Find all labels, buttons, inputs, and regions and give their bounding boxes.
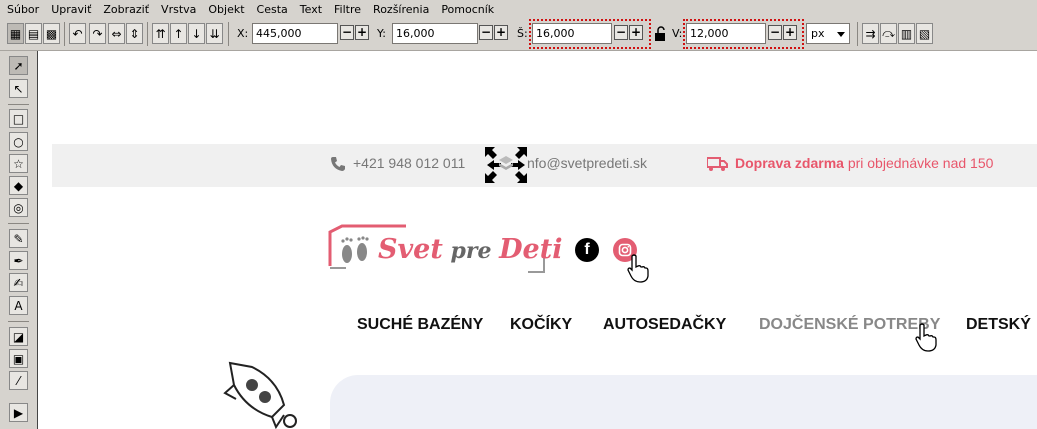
flip-horizontal-icon[interactable]: ⇔	[108, 23, 125, 44]
logo-word-3: Deti	[499, 234, 563, 265]
canvas-edge	[37, 51, 38, 429]
rotate-cw-icon[interactable]: ↷	[89, 23, 106, 44]
site-phone[interactable]: +421 948 012 011	[353, 155, 465, 171]
star-tool-icon[interactable]: ☆	[9, 154, 28, 173]
x-decrement-button[interactable]: −	[340, 25, 354, 40]
logo-word-1: Svet	[378, 234, 443, 265]
lower-icon[interactable]: ↓	[188, 23, 205, 44]
y-increment-button[interactable]: +	[494, 25, 508, 40]
site-email[interactable]: nfo@svetpredeti.sk	[527, 155, 647, 171]
separator	[64, 22, 65, 46]
menu-view[interactable]: Zobraziť	[97, 3, 155, 16]
facebook-icon[interactable]: f	[575, 238, 599, 262]
y-decrement-button[interactable]: −	[479, 25, 493, 40]
shipping-bold: Doprava zdarma	[735, 155, 844, 171]
spiral-tool-icon[interactable]: ◎	[9, 198, 28, 217]
mesh-tool-icon[interactable]: ▣	[9, 349, 28, 368]
nav-item-dry-pools[interactable]: SUCHÉ BAZÉNY	[357, 316, 483, 334]
chevron-down-icon	[837, 32, 845, 37]
lower-to-bottom-icon[interactable]: ⇊	[206, 23, 223, 44]
transform-patterns-icon[interactable]: ▧	[916, 23, 933, 44]
deselect-icon[interactable]: ▩	[43, 23, 60, 44]
3d-box-tool-icon[interactable]: ◆	[9, 176, 28, 195]
selector-tool-icon[interactable]: ➚	[9, 56, 28, 75]
dropper-tool-icon[interactable]: ⁄	[9, 371, 28, 390]
x-field[interactable]: 445,000	[252, 23, 338, 44]
height-increment-button[interactable]: +	[783, 25, 797, 40]
lock-icon[interactable]	[653, 23, 669, 44]
raise-to-top-icon[interactable]: ⇈	[152, 23, 169, 44]
rocket-illustration	[223, 361, 297, 429]
width-increment-button[interactable]: +	[629, 25, 643, 40]
menu-filters[interactable]: Filtre	[328, 3, 367, 16]
nav-item-strollers[interactable]: KOČÍKY	[510, 316, 572, 334]
hand-cursor-icon	[627, 254, 649, 283]
flip-vertical-icon[interactable]: ⇕	[126, 23, 143, 44]
node-tool-icon[interactable]: ↖	[9, 79, 28, 98]
site-logo[interactable]: Svet pre Deti	[378, 234, 562, 265]
height-decrement-button[interactable]: −	[768, 25, 782, 40]
menu-edit[interactable]: Upraviť	[45, 3, 97, 16]
y-label: Y:	[377, 27, 386, 40]
width-decrement-button[interactable]: −	[614, 25, 628, 40]
pen-tool-icon[interactable]: ✒	[9, 251, 28, 270]
delivery-truck-icon	[707, 157, 728, 171]
separator	[8, 104, 29, 105]
hero-banner	[330, 375, 1037, 429]
menu-layer[interactable]: Vrstva	[155, 3, 202, 16]
nav-item-car-seats[interactable]: AUTOSEDAČKY	[603, 316, 726, 334]
calligraphy-tool-icon[interactable]: ✍	[9, 273, 28, 292]
raise-icon[interactable]: ↑	[170, 23, 187, 44]
rectangle-tool-icon[interactable]: □	[9, 109, 28, 128]
y-field[interactable]: 16,000	[392, 23, 478, 44]
menu-file[interactable]: Súbor	[0, 3, 45, 16]
width-label: Š:	[517, 27, 528, 40]
select-all-layers-icon[interactable]: ▤	[25, 23, 42, 44]
scale-corners-icon[interactable]: ⤼	[880, 23, 897, 44]
unit-select[interactable]: px	[806, 23, 850, 44]
menu-object[interactable]: Objekt	[202, 3, 250, 16]
menu-help[interactable]: Pomocník	[435, 3, 500, 16]
hand-cursor-icon	[915, 323, 937, 352]
width-field[interactable]: 16,000	[532, 23, 612, 44]
move-handles-icon[interactable]	[485, 147, 527, 183]
unit-value: px	[811, 27, 825, 40]
menu-path[interactable]: Cesta	[251, 3, 294, 16]
height-field[interactable]: 12,000	[686, 23, 766, 44]
shipping-banner: Doprava zdarma pri objednávke nad 150	[735, 155, 993, 171]
drawing-canvas[interactable]: +421 948 012 011 nfo@svetpredeti.sk Dopr…	[37, 51, 1037, 429]
tool-controls-bar: ▦ ▤ ▩ ↶ ↷ ⇔ ⇕ ⇈ ↑ ↓ ⇊ X: 445,000 − + Y: …	[0, 18, 1037, 51]
nav-item-kids[interactable]: DETSKÝ	[966, 316, 1031, 334]
separator	[8, 223, 29, 224]
separator	[857, 22, 858, 46]
text-tool-icon[interactable]: A	[9, 296, 28, 315]
toolbox: ➚ ↖ □ ○ ☆ ◆ ◎ ✎ ✒ ✍ A ◪ ▣ ⁄ ▶	[0, 51, 36, 429]
x-increment-button[interactable]: +	[355, 25, 369, 40]
pencil-tool-icon[interactable]: ✎	[9, 229, 28, 248]
logo-word-2: pre	[442, 238, 500, 264]
separator	[8, 321, 29, 322]
separator	[228, 22, 229, 46]
menu-text[interactable]: Text	[294, 3, 328, 16]
height-label: V:	[672, 27, 683, 40]
shipping-rest: pri objednávke nad 150	[843, 155, 994, 171]
rotate-ccw-icon[interactable]: ↶	[69, 23, 86, 44]
gradient-tool-icon[interactable]: ◪	[9, 327, 28, 346]
transform-gradients-icon[interactable]: ▥	[898, 23, 915, 44]
separator	[147, 22, 148, 46]
x-label: X:	[237, 27, 249, 40]
scale-stroke-icon[interactable]: ⇉	[862, 23, 879, 44]
menu-bar: Súbor Upraviť Zobraziť Vrstva Objekt Ces…	[0, 0, 1037, 18]
select-all-icon[interactable]: ▦	[7, 23, 24, 44]
expand-toolbox-icon[interactable]: ▶	[9, 403, 28, 422]
ellipse-tool-icon[interactable]: ○	[9, 132, 28, 151]
phone-icon	[331, 157, 345, 171]
menu-extensions[interactable]: Rozšírenia	[367, 3, 435, 16]
